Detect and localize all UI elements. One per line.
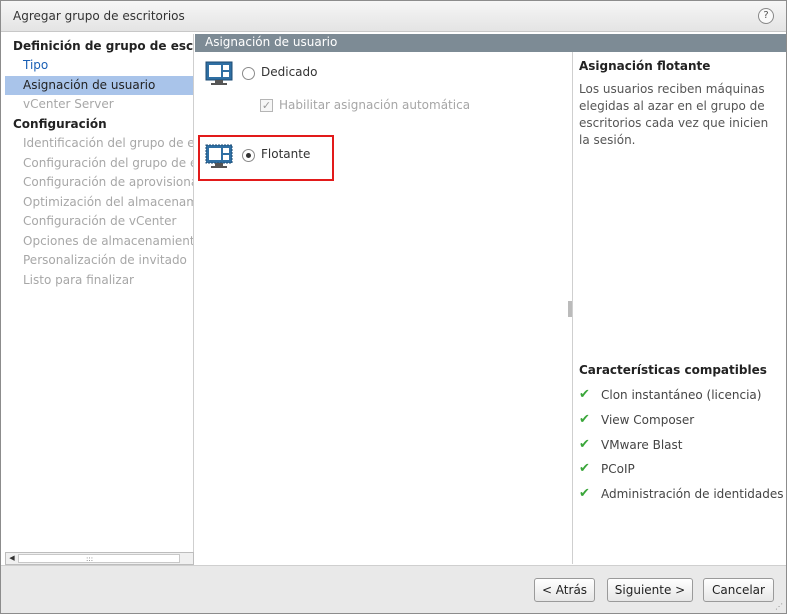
nav-step-personalizacion-invitado: Personalización de invitado — [23, 253, 187, 267]
panel-header: Asignación de usuario — [195, 34, 786, 52]
nav-step-asignacion-usuario[interactable]: Asignación de usuario — [5, 76, 193, 95]
feature-item: ✔ Administración de identidades — [579, 486, 785, 504]
nav-section-pool-definition: Definición de grupo de escritorios — [13, 39, 194, 53]
dialog-footer: < Atrás Siguiente > Cancelar ⋰ — [1, 565, 786, 613]
feature-label: Administración de identidades — [601, 487, 784, 501]
dedicated-label: Dedicado — [261, 65, 318, 79]
auto-assign-label: Habilitar asignación automática — [279, 98, 471, 112]
window-title: Agregar grupo de escritorios — [13, 9, 185, 23]
feature-item: ✔ VMware Blast — [579, 437, 785, 455]
help-button[interactable]: ? — [758, 8, 774, 24]
nav-step-listo-finalizar: Listo para finalizar — [23, 273, 134, 287]
feature-label: Clon instantáneo (licencia) — [601, 388, 762, 402]
scrollbar-thumb[interactable]: ::: — [18, 554, 180, 563]
check-icon: ✔ — [579, 486, 590, 501]
compatible-features-title: Características compatibles — [579, 363, 767, 377]
back-button[interactable]: < Atrás — [534, 578, 595, 602]
nav-section-configuracion: Configuración — [13, 117, 107, 131]
cancel-button[interactable]: Cancelar — [703, 578, 774, 602]
nav-step-aprovisionamiento: Configuración de aprovisionamiento — [23, 175, 193, 189]
scrollbar-grip: ::: — [86, 555, 94, 563]
check-icon: ✔ — [579, 437, 590, 452]
feature-label: VMware Blast — [601, 438, 683, 452]
wizard-steps-nav: Definición de grupo de escritorios Tipo … — [5, 34, 194, 564]
feature-item: ✔ View Composer — [579, 412, 785, 430]
check-icon: ✔ — [579, 387, 590, 402]
nav-step-optimizacion-almacenamiento: Optimización del almacenamiento — [23, 195, 193, 209]
nav-step-configuracion-grupo: Configuración del grupo de escritorios — [23, 156, 193, 170]
user-assignment-panel: Asignación de usuario Dedicado ✓ Habilit… — [195, 34, 786, 564]
nav-step-identificacion: Identificación del grupo de escritorios — [23, 136, 194, 150]
dedicated-radio[interactable] — [242, 67, 255, 80]
info-title: Asignación flotante — [579, 59, 711, 73]
auto-assign-checkbox[interactable]: ✓ — [260, 99, 273, 112]
next-button[interactable]: Siguiente > — [607, 578, 693, 602]
scroll-left-arrow-icon[interactable]: ◀ — [7, 554, 17, 563]
nav-step-vcenter-server: vCenter Server — [23, 97, 114, 111]
dedicated-desktop-icon — [205, 61, 233, 85]
info-description: Los usuarios reciben máquinas elegidas a… — [579, 82, 769, 147]
nav-step-opciones-almacenamiento: Opciones de almacenamiento — [23, 234, 194, 248]
title-bar: Agregar grupo de escritorios ? — [1, 1, 786, 32]
check-icon: ✔ — [579, 412, 590, 427]
add-desktop-pool-dialog: Agregar grupo de escritorios ? Definició… — [0, 0, 787, 614]
info-panel: Asignación flotante Los usuarios reciben… — [572, 52, 786, 564]
nav-step-configuracion-vcenter: Configuración de vCenter — [23, 214, 177, 228]
nav-horizontal-scrollbar[interactable]: ◀ ::: ▶ — [5, 552, 587, 565]
nav-step-tipo[interactable]: Tipo — [5, 56, 193, 75]
feature-item: ✔ Clon instantáneo (licencia) — [579, 387, 785, 405]
feature-item: ✔ PCoIP — [579, 461, 785, 479]
feature-label: PCoIP — [601, 462, 635, 476]
check-icon: ✔ — [579, 461, 590, 476]
feature-label: View Composer — [601, 413, 695, 427]
resize-grip-icon[interactable]: ⋰ — [775, 603, 783, 611]
floating-option-highlight — [198, 135, 334, 181]
